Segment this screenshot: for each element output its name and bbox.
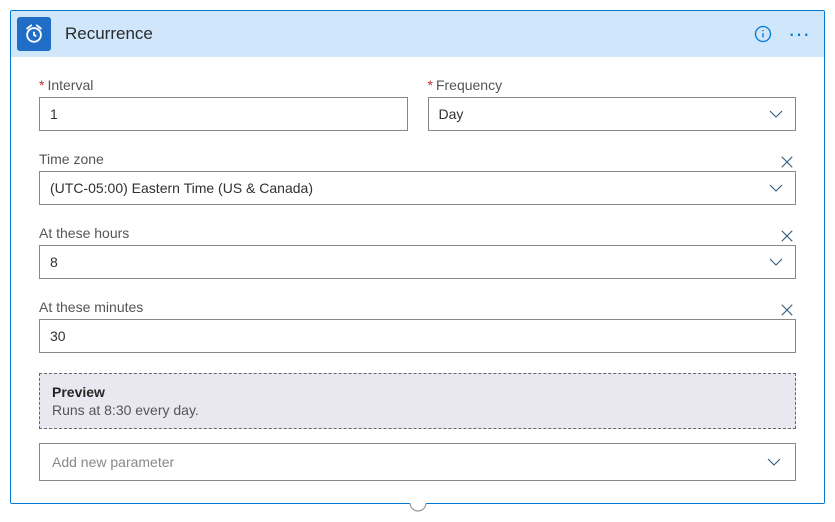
clock-icon (17, 17, 51, 51)
chevron-down-icon (767, 253, 785, 271)
minutes-input[interactable]: 30 (39, 319, 796, 353)
chevron-down-icon (765, 453, 783, 471)
minutes-value: 30 (50, 328, 785, 344)
timezone-select[interactable]: (UTC-05:00) Eastern Time (US & Canada) (39, 171, 796, 205)
timezone-remove-button[interactable] (778, 153, 796, 171)
chevron-down-icon (767, 105, 785, 123)
ellipsis-icon[interactable]: ··· (784, 29, 814, 39)
preview-title: Preview (52, 384, 783, 400)
hours-select[interactable]: 8 (39, 245, 796, 279)
minutes-label: At these minutes (39, 299, 772, 315)
chevron-down-icon (767, 179, 785, 197)
add-parameter-select[interactable]: Add new parameter (39, 443, 796, 481)
interval-label: * Interval (39, 77, 408, 93)
flow-connector (10, 504, 825, 512)
preview-box: Preview Runs at 8:30 every day. (39, 373, 796, 429)
hours-label: At these hours (39, 225, 772, 241)
timezone-label: Time zone (39, 151, 772, 167)
frequency-label: * Frequency (428, 77, 797, 93)
interval-value: 1 (50, 106, 397, 122)
timezone-value: (UTC-05:00) Eastern Time (US & Canada) (50, 180, 767, 196)
card-body: * Interval 1 * Frequency Day (11, 57, 824, 503)
hours-remove-button[interactable] (778, 227, 796, 245)
required-star: * (428, 77, 433, 93)
frequency-value: Day (439, 106, 768, 122)
required-star: * (39, 77, 44, 93)
card-header: Recurrence ··· (11, 11, 824, 57)
preview-text: Runs at 8:30 every day. (52, 402, 783, 418)
add-parameter-placeholder: Add new parameter (52, 454, 765, 470)
hours-value: 8 (50, 254, 767, 270)
interval-input[interactable]: 1 (39, 97, 408, 131)
frequency-select[interactable]: Day (428, 97, 797, 131)
minutes-remove-button[interactable] (778, 301, 796, 319)
card-title: Recurrence (65, 24, 752, 44)
recurrence-card: Recurrence ··· * Interval 1 (10, 10, 825, 504)
info-icon[interactable] (752, 23, 774, 45)
